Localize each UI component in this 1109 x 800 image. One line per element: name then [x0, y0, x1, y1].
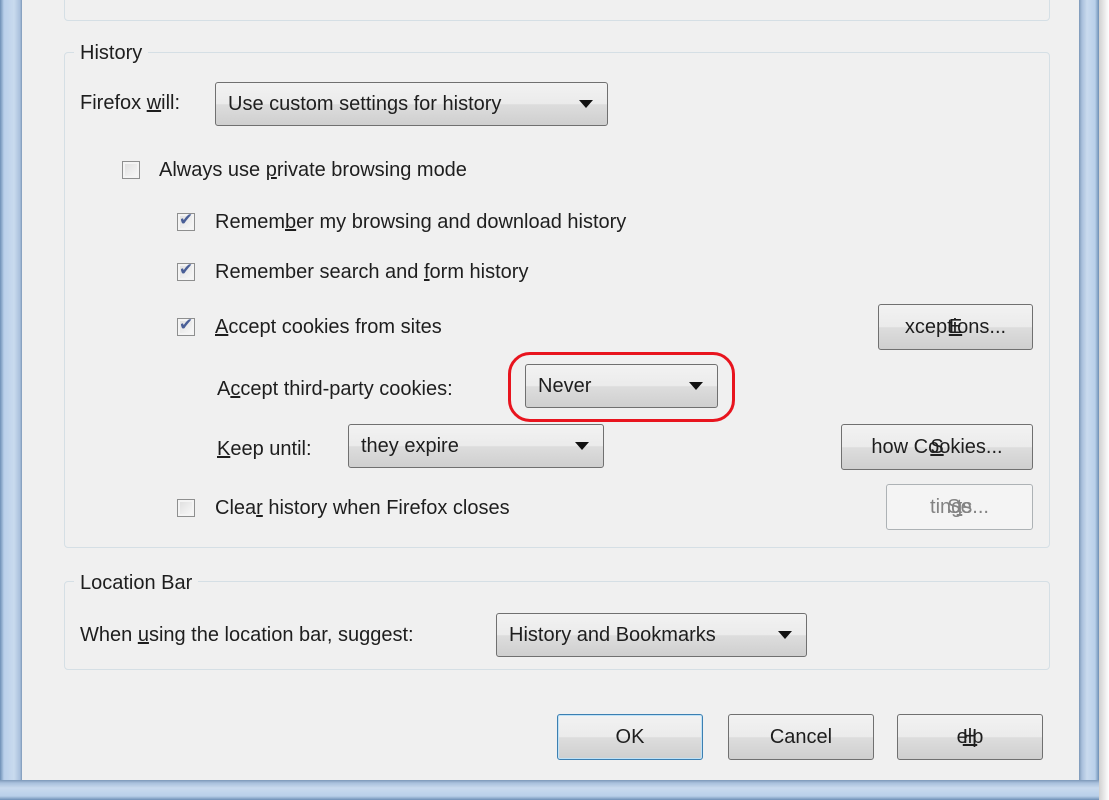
remember-search-label-pre: Remember search and: [215, 261, 424, 283]
third-party-label-post: cept third-party cookies:: [240, 378, 453, 400]
dropdown-arrow-icon: [689, 382, 703, 390]
private-browsing-label-accesskey: p: [265, 159, 277, 181]
location-bar-group-title: Location Bar: [74, 571, 199, 595]
dropdown-arrow-icon: [575, 442, 589, 450]
firefox-will-label-post: ill:: [161, 92, 181, 114]
suggest-label-post: sing the location bar, suggest:: [148, 624, 414, 646]
remember-browsing-label[interactable]: Remember my browsing and download histor…: [215, 210, 626, 234]
window-frame-bottom: [0, 780, 1099, 800]
keep-until-value: they expire: [361, 435, 459, 457]
remember-browsing-checkbox[interactable]: ✔: [177, 210, 195, 231]
third-party-cookies-value: Never: [538, 375, 592, 397]
window-shadow: [1099, 0, 1109, 800]
ok-button[interactable]: OK: [557, 714, 703, 760]
history-group-title: History: [74, 41, 149, 65]
location-bar-suggest-dropdown[interactable]: History and Bookmarks: [496, 613, 807, 657]
remember-browsing-label-accesskey: b: [285, 211, 297, 233]
third-party-label-accesskey: c: [230, 378, 241, 400]
remember-browsing-label-pre: Remem: [215, 211, 286, 233]
clear-history-label[interactable]: Clear history when Firefox closes: [215, 496, 510, 520]
help-button-post: elp: [956, 726, 984, 748]
clear-history-settings-button[interactable]: Se t tings...: [886, 484, 1033, 530]
dropdown-arrow-icon: [778, 631, 792, 639]
clear-history-checkbox[interactable]: ✔: [177, 499, 195, 517]
remember-search-checkbox[interactable]: ✔: [177, 260, 195, 281]
clear-history-label-accesskey: r: [256, 497, 263, 519]
window-frame-right: [1079, 0, 1099, 800]
accept-cookies-label-post: ccept cookies from sites: [228, 316, 442, 338]
remember-search-label[interactable]: Remember search and form history: [215, 260, 528, 284]
private-browsing-label[interactable]: Always use private browsing mode: [159, 158, 467, 182]
cancel-button-label: Cancel: [769, 726, 833, 748]
keep-until-dropdown[interactable]: they expire: [348, 424, 604, 468]
checkmark-icon: ✔: [179, 210, 194, 229]
keep-until-label-accesskey: K: [217, 438, 231, 460]
show-cookies-button-post: how Cookies...: [871, 436, 1003, 458]
checkmark-icon: ✔: [179, 260, 194, 279]
suggest-label-accesskey: u: [137, 624, 149, 646]
history-mode-value: Use custom settings for history: [228, 93, 502, 115]
location-bar-suggest-value: History and Bookmarks: [509, 624, 716, 646]
private-browsing-label-pre: Always use: [159, 159, 266, 181]
suggest-label-pre: When: [80, 624, 138, 646]
accept-cookies-checkbox[interactable]: ✔: [177, 315, 195, 336]
history-mode-dropdown[interactable]: Use custom settings for history: [215, 82, 608, 126]
dropdown-arrow-icon: [579, 100, 593, 108]
remember-browsing-label-post: er my browsing and download history: [296, 211, 627, 233]
accept-cookies-label-accesskey: A: [215, 316, 229, 338]
help-button[interactable]: Help: [897, 714, 1043, 760]
ok-button-label: OK: [615, 726, 645, 748]
third-party-label-pre: A: [217, 378, 231, 400]
accept-cookies-label[interactable]: Accept cookies from sites: [215, 315, 442, 339]
third-party-cookies-label: Accept third-party cookies:: [217, 377, 453, 401]
history-group: [64, 52, 1050, 548]
keep-until-label-post: eep until:: [230, 438, 312, 460]
third-party-cookies-dropdown[interactable]: Never: [525, 364, 718, 408]
exceptions-button-post: xceptions...: [904, 316, 1007, 338]
window-frame-left: [0, 0, 22, 800]
previous-group-box: [64, 0, 1050, 21]
firefox-will-label: Firefox will:: [80, 91, 180, 115]
show-cookies-button[interactable]: Show Cookies...: [841, 424, 1033, 470]
suggest-label: When using the location bar, suggest:: [80, 623, 414, 647]
remember-search-label-post: orm history: [429, 261, 529, 283]
clear-history-label-post: history when Firefox closes: [262, 497, 510, 519]
exceptions-button[interactable]: Exceptions...: [878, 304, 1033, 350]
checkmark-icon: ✔: [179, 315, 194, 334]
keep-until-label: Keep until:: [217, 437, 312, 461]
settings-button-post: tings...: [930, 496, 989, 518]
private-browsing-checkbox[interactable]: ✔: [122, 161, 140, 179]
clear-history-label-pre: Clea: [215, 497, 257, 519]
dialog-client-area: History Firefox will: Use custom setting…: [22, 0, 1079, 780]
firefox-will-label-accesskey: w: [146, 92, 162, 114]
firefox-will-label-pre: Firefox: [80, 92, 147, 114]
private-browsing-label-post: rivate browsing mode: [276, 159, 467, 181]
cancel-button[interactable]: Cancel: [728, 714, 874, 760]
